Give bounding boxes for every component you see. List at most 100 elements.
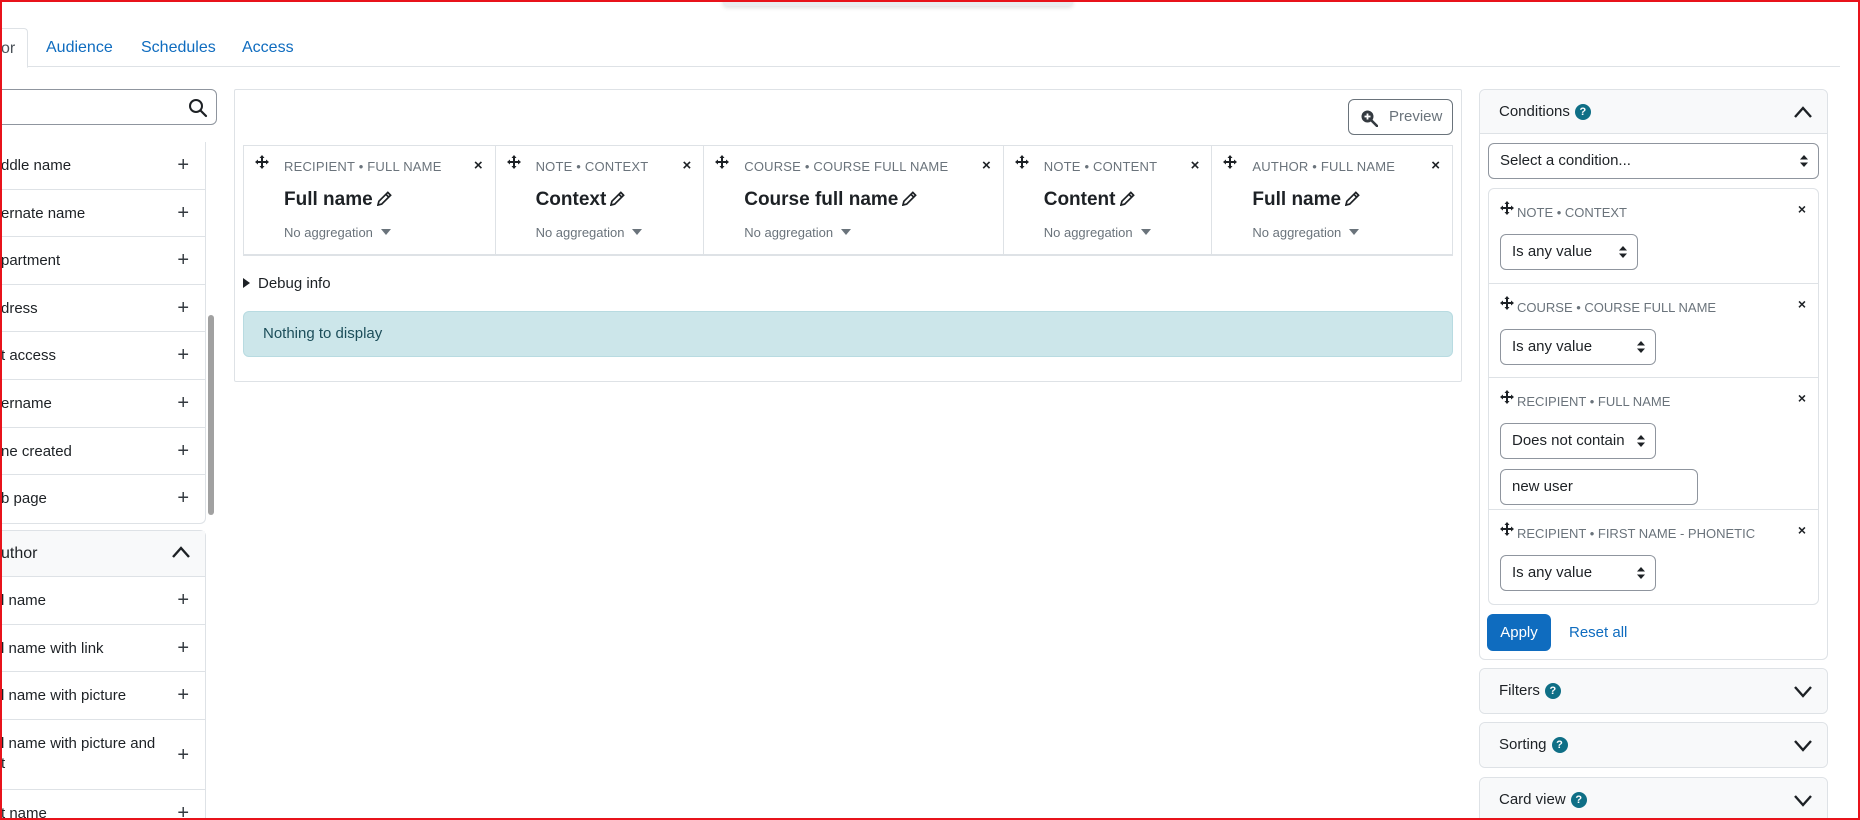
- help-icon[interactable]: ?: [1551, 737, 1568, 753]
- add-icon[interactable]: +: [177, 672, 189, 719]
- zoom-in-icon: [1361, 110, 1378, 127]
- add-icon[interactable]: +: [177, 428, 189, 475]
- condition-kicker: COURSE • COURSE FULL NAME: [1517, 300, 1717, 315]
- sidebar-item[interactable]: t name +: [0, 790, 205, 820]
- condition-kicker: RECIPIENT • FIRST NAME - PHONETIC: [1517, 526, 1756, 541]
- close-icon[interactable]: ×: [982, 157, 991, 174]
- close-icon[interactable]: ×: [474, 157, 483, 174]
- close-icon[interactable]: ×: [1798, 390, 1806, 406]
- help-icon[interactable]: ?: [1570, 792, 1587, 808]
- condition-operator-select[interactable]: Is any value: [1500, 555, 1656, 591]
- condition-select[interactable]: Select a condition...: [1488, 143, 1819, 179]
- add-icon[interactable]: +: [177, 285, 189, 332]
- close-icon[interactable]: ×: [1798, 201, 1806, 217]
- sorting-header[interactable]: Sorting?: [1480, 723, 1827, 767]
- conditions-list: NOTE • CONTEXT × Is any value COURSE • C…: [1488, 188, 1819, 605]
- move-icon[interactable]: [715, 155, 730, 169]
- help-icon[interactable]: ?: [1574, 104, 1591, 120]
- preview-button[interactable]: Preview: [1348, 99, 1453, 135]
- sidebar-search-input[interactable]: [0, 89, 217, 125]
- condition-operator-select[interactable]: Is any value: [1500, 329, 1656, 365]
- move-icon[interactable]: [1223, 155, 1238, 169]
- sidebar-item[interactable]: partment +: [0, 237, 205, 285]
- sidebar-group-header[interactable]: uthor: [0, 531, 205, 577]
- move-icon[interactable]: [506, 155, 521, 169]
- sidebar-item[interactable]: dress +: [0, 285, 205, 333]
- close-icon[interactable]: ×: [1431, 157, 1440, 174]
- chevron-up-icon[interactable]: [171, 545, 191, 559]
- condition-operator-select[interactable]: Is any value: [1500, 234, 1638, 270]
- sidebar-item[interactable]: l name with link +: [0, 625, 205, 673]
- move-icon[interactable]: [1500, 296, 1514, 310]
- move-icon[interactable]: [1014, 155, 1029, 169]
- debug-info-toggle[interactable]: Debug info: [243, 275, 331, 292]
- tab-access[interactable]: Access: [242, 28, 294, 67]
- chevron-down-icon[interactable]: [1793, 738, 1813, 752]
- add-icon[interactable]: +: [177, 720, 189, 789]
- tab-editor[interactable]: or: [0, 28, 28, 68]
- add-icon[interactable]: +: [177, 790, 189, 820]
- sidebar-scrollbar[interactable]: [208, 315, 214, 515]
- card-view-card: Card view?: [1479, 777, 1828, 820]
- sidebar-item-label: ername: [1, 394, 52, 412]
- column-kicker: AUTHOR • FULL NAME: [1252, 159, 1396, 174]
- caret-down-icon: [1349, 229, 1360, 235]
- close-icon[interactable]: ×: [682, 157, 691, 174]
- sidebar-item-label: ernate name: [1, 204, 86, 222]
- add-icon[interactable]: +: [177, 142, 189, 189]
- aggregation-dropdown[interactable]: No aggregation: [284, 225, 391, 240]
- move-icon[interactable]: [1500, 522, 1514, 536]
- add-icon[interactable]: +: [177, 332, 189, 379]
- help-icon[interactable]: ?: [1544, 683, 1561, 699]
- move-icon[interactable]: [1500, 201, 1514, 215]
- aggregation-label: No aggregation: [1252, 225, 1342, 240]
- add-icon[interactable]: +: [177, 625, 189, 672]
- aggregation-dropdown[interactable]: No aggregation: [744, 225, 852, 240]
- sidebar-item[interactable]: t access +: [0, 332, 205, 380]
- chevron-down-icon[interactable]: [1793, 793, 1813, 807]
- add-icon[interactable]: +: [177, 190, 189, 237]
- condition-operator-select[interactable]: Does not contain: [1500, 423, 1656, 459]
- condition-value-input[interactable]: new user: [1500, 469, 1698, 505]
- move-icon[interactable]: [1500, 390, 1514, 404]
- sidebar-item[interactable]: ddle name +: [0, 142, 205, 190]
- sidebar-item[interactable]: l name with picture and t +: [0, 720, 205, 790]
- add-icon[interactable]: +: [177, 577, 189, 624]
- sidebar-item[interactable]: ne created +: [0, 428, 205, 476]
- aggregation-dropdown[interactable]: No aggregation: [536, 225, 643, 240]
- close-icon[interactable]: ×: [1798, 522, 1806, 538]
- filters-header[interactable]: Filters?: [1480, 669, 1827, 713]
- search-icon[interactable]: [188, 98, 208, 118]
- add-icon[interactable]: +: [177, 475, 189, 523]
- conditions-card: Conditions? Select a condition... NOTE •…: [1479, 89, 1828, 660]
- pencil-icon[interactable]: [902, 191, 918, 206]
- tab-audience[interactable]: Audience: [46, 28, 113, 67]
- sidebar-item[interactable]: l name with picture +: [0, 672, 205, 720]
- pencil-icon[interactable]: [1119, 191, 1135, 206]
- pencil-icon[interactable]: [1345, 191, 1360, 206]
- aggregation-dropdown[interactable]: No aggregation: [1252, 225, 1360, 240]
- column-title-text: Full name: [1252, 189, 1342, 210]
- apply-button[interactable]: Apply: [1487, 614, 1551, 651]
- select-arrows-icon: [1637, 435, 1645, 447]
- move-icon[interactable]: [255, 155, 269, 169]
- pencil-icon[interactable]: [610, 191, 626, 206]
- sidebar-item[interactable]: ername +: [0, 380, 205, 428]
- card-view-header[interactable]: Card view?: [1480, 778, 1827, 820]
- sidebar-item-label: t access: [1, 347, 57, 365]
- close-icon[interactable]: ×: [1798, 296, 1806, 312]
- pencil-icon[interactable]: [376, 191, 392, 206]
- aggregation-dropdown[interactable]: No aggregation: [1044, 225, 1151, 240]
- tab-schedules[interactable]: Schedules: [141, 28, 216, 67]
- sidebar-item[interactable]: ernate name +: [0, 190, 205, 238]
- close-icon[interactable]: ×: [1191, 157, 1200, 174]
- conditions-header[interactable]: Conditions?: [1480, 90, 1827, 134]
- add-icon[interactable]: +: [177, 380, 189, 427]
- add-icon[interactable]: +: [177, 237, 189, 284]
- chevron-up-icon[interactable]: [1793, 105, 1813, 119]
- sidebar-item[interactable]: l name +: [0, 577, 205, 625]
- chevron-down-icon[interactable]: [1793, 684, 1813, 698]
- reset-all-link[interactable]: Reset all: [1569, 624, 1627, 641]
- sidebar-item-label: l name with picture and t: [1, 734, 156, 772]
- sidebar-item[interactable]: b page +: [0, 475, 205, 523]
